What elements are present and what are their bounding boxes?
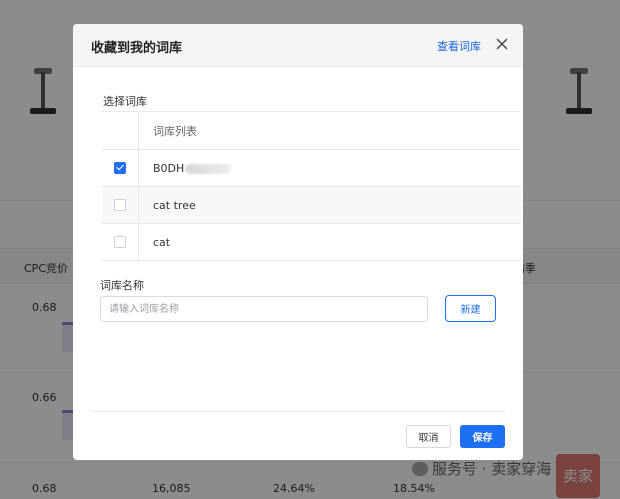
library-name: B0DH <box>139 162 232 175</box>
library-name-label: 词库名称 <box>100 279 144 292</box>
library-checkbox[interactable] <box>114 236 126 248</box>
view-library-link[interactable]: 查看词库 <box>437 38 481 54</box>
dialog-header: 收藏到我的词库 查看词库 <box>73 24 523 67</box>
library-row[interactable]: B0DH <box>102 150 521 187</box>
library-name: cat <box>153 235 171 249</box>
save-button[interactable]: 保存 <box>460 425 505 448</box>
library-name: cat tree <box>153 198 196 212</box>
select-library-label: 选择词库 <box>103 95 147 108</box>
library-name-input[interactable] <box>100 296 428 322</box>
save-to-library-dialog: 收藏到我的词库 查看词库 选择词库 词库列表 B0DH cat tree cat… <box>73 24 523 460</box>
library-row[interactable]: cat <box>102 224 521 261</box>
close-button[interactable] <box>491 33 513 55</box>
new-library-button[interactable]: 新建 <box>445 295 496 322</box>
library-list-header: 词库列表 <box>153 124 197 138</box>
close-icon <box>496 38 508 50</box>
library-checkbox[interactable] <box>114 162 126 174</box>
library-table: 词库列表 B0DH cat tree cat <box>102 111 521 261</box>
dialog-title: 收藏到我的词库 <box>91 41 183 56</box>
redacted-text <box>185 163 232 174</box>
cancel-button[interactable]: 取消 <box>406 425 451 448</box>
library-checkbox[interactable] <box>114 199 126 211</box>
library-row[interactable]: cat tree <box>102 187 521 224</box>
footer-divider <box>90 411 506 412</box>
table-header-row: 词库列表 <box>102 112 521 150</box>
